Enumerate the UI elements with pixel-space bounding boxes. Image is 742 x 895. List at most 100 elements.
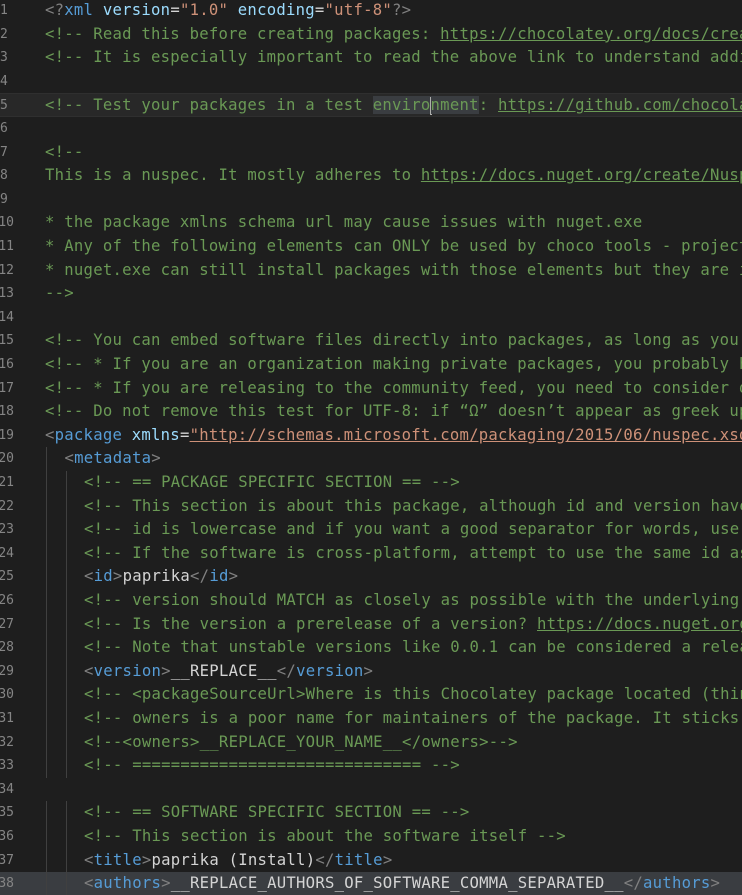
code-line[interactable]: 12 * nuget.exe can still install packages… — [0, 259, 742, 283]
line-number: 14 — [0, 309, 14, 325]
code-link[interactable]: "http://schemas.microsoft.com/packaging/… — [190, 426, 742, 444]
code-line[interactable]: 30 <!-- <packageSourceUrl>Where is this C… — [0, 683, 742, 707]
code-token: encoding — [237, 1, 315, 19]
code-token: * the package xmlns schema url may cause… — [45, 213, 643, 232]
code-token: * Any of the following elements can ONLY… — [45, 237, 742, 255]
code-text: <metadata> — [65, 447, 161, 471]
indent-guide — [66, 872, 67, 895]
line-number: 4 — [0, 73, 8, 89]
code-text: <!-- It is especially important to read … — [45, 46, 742, 70]
code-line[interactable]: 14 — [0, 306, 742, 330]
code-token: <!-- ============================== --> — [84, 756, 460, 775]
code-line[interactable]: 18 <!-- Do not remove this test for UTF-8… — [0, 400, 742, 424]
indent-guide — [66, 471, 67, 495]
code-line[interactable]: 37 <title>paprika (Install)</title> — [0, 848, 742, 873]
code-token: <!-- == PACKAGE SPECIFIC SECTION == --> — [84, 473, 460, 491]
line-number: 20 — [0, 451, 14, 467]
code-line[interactable]: 6 — [0, 117, 742, 141]
code-token: > — [382, 850, 393, 869]
code-text: <?xml version="1.0" encoding="utf-8"?> — [45, 0, 411, 23]
code-token: = — [179, 425, 190, 444]
line-number: 28 — [0, 640, 14, 656]
indent-guide — [46, 707, 47, 731]
indent-guide — [66, 518, 67, 542]
code-line[interactable]: 33 <!-- ============================== --… — [0, 754, 742, 778]
indent-guide — [66, 589, 67, 613]
code-token: <!-- This section is about the software … — [84, 827, 566, 845]
code-token: > — [228, 567, 239, 586]
indent-guide — [46, 683, 47, 707]
code-line[interactable]: 38 <authors>__REPLACE_AUTHORS_OF_SOFTWARE… — [0, 872, 742, 895]
code-line[interactable]: 15 <!-- You can embed software files dire… — [0, 329, 742, 353]
code-line[interactable]: 22 <!-- This section is about this packag… — [0, 494, 742, 519]
code-token: <!-- If the software is cross-platform, … — [84, 543, 742, 562]
line-number: 11 — [0, 239, 14, 254]
code-line[interactable]: 5 <!-- Test your packages in a test envir… — [0, 93, 742, 117]
code-line[interactable]: 3 <!-- It is especially important to read… — [0, 46, 742, 70]
code-token: <!-- This section is about this package,… — [84, 496, 742, 515]
code-line[interactable]: 2 <!-- Read this before creating packages… — [0, 23, 742, 47]
code-token: paprika (Install) — [151, 850, 316, 869]
code-token: > — [363, 661, 374, 680]
code-line[interactable]: 28 <!-- Note that unstable versions like … — [0, 636, 742, 660]
code-line[interactable]: 17 <!-- * If you are releasing to the com… — [0, 377, 742, 401]
line-number: 19 — [0, 427, 14, 443]
code-line[interactable]: 8 This is a nuspec. It mostly adheres to … — [0, 164, 742, 188]
code-line[interactable]: 11 * Any of the following elements can ON… — [0, 235, 742, 259]
code-line[interactable]: 35 <!-- == SOFTWARE SPECIFIC SECTION == -… — [0, 801, 742, 825]
code-line[interactable]: 9 — [0, 188, 742, 212]
code-line[interactable]: 20 <metadata> — [0, 447, 742, 471]
code-token: __REPLACE__ — [170, 661, 277, 680]
code-token: version — [102, 1, 171, 19]
code-text: <!-- If the software is cross-platform, … — [84, 542, 742, 566]
code-token: < — [64, 449, 75, 468]
code-line[interactable]: 4 — [0, 70, 742, 94]
line-number: 26 — [0, 593, 14, 608]
line-number: 9 — [0, 191, 8, 207]
code-line[interactable]: 19 <package xmlns="http://schemas.microso… — [0, 424, 742, 448]
code-line[interactable]: 25 <id>paprika</id> — [0, 565, 742, 589]
code-text: <!-- Test your packages in a test enviro… — [45, 94, 742, 118]
indent-guide — [46, 518, 47, 542]
code-line[interactable]: 7 <!-- — [0, 141, 742, 165]
code-token: version — [296, 661, 364, 680]
code-line[interactable]: 21 <!-- == PACKAGE SPECIFIC SECTION == --… — [0, 471, 742, 495]
code-text: <!-- == SOFTWARE SPECIFIC SECTION == --> — [84, 801, 470, 825]
code-line[interactable]: 10 * the package xmlns schema url may cau… — [0, 211, 742, 235]
indent-guide — [46, 872, 47, 895]
code-line[interactable]: 1 <?xml version="1.0" encoding="utf-8"?> — [0, 0, 742, 23]
code-line[interactable]: 13 --> — [0, 282, 742, 306]
code-link[interactable]: https://chocolatey.org/docs/create-packa… — [440, 25, 742, 43]
code-token: This is a nuspec. It mostly adheres to — [45, 166, 421, 185]
code-line[interactable]: 34 — [0, 778, 742, 802]
code-link[interactable]: https://docs.nuget.org/create/versioning — [537, 615, 742, 633]
code-link[interactable]: https://docs.nuget.org/create/Nuspec-Ref… — [421, 166, 742, 184]
code-line[interactable]: 24 <!-- If the software is cross-platform… — [0, 541, 742, 566]
code-text: <!-- owners is a poor name for maintaine… — [84, 707, 742, 731]
code-line[interactable]: 32 <!--<owners>__REPLACE_YOUR_NAME__</own… — [0, 730, 742, 755]
code-line[interactable]: 23 <!-- id is lowercase and if you want a… — [0, 518, 742, 542]
indent-guide — [46, 565, 47, 589]
indent-guide — [66, 754, 67, 778]
code-line[interactable]: 16 <!-- * If you are an organization maki… — [0, 353, 742, 377]
code-token: > — [161, 874, 171, 893]
indent-guide — [66, 636, 67, 660]
code-line[interactable]: 26 <!-- version should MATCH as closely a… — [0, 589, 742, 613]
line-number: 6 — [0, 121, 8, 136]
code-line[interactable]: 36 <!-- This section is about the softwar… — [0, 825, 742, 849]
code-token: <!-- version should MATCH as closely as … — [84, 591, 740, 609]
code-line[interactable]: 27 <!-- Is the version a prerelease of a … — [0, 612, 742, 637]
code-line[interactable]: 29 <version>__REPLACE__</version> — [0, 659, 742, 684]
code-text: <!-- Note that unstable versions like 0.… — [84, 636, 742, 660]
code-editor[interactable]: 1 <?xml version="1.0" encoding="utf-8"?> 2… — [0, 0, 742, 895]
code-token: * nuget.exe can still install packages w… — [45, 260, 742, 279]
code-link[interactable]: https://github.com/chocolatey/chocolatey… — [498, 96, 742, 114]
code-text: <authors>__REPLACE_AUTHORS_OF_SOFTWARE_C… — [84, 872, 720, 895]
code-line[interactable]: 31 <!-- owners is a poor name for maintai… — [0, 707, 742, 731]
code-token: authors — [93, 874, 162, 893]
code-token: <!--<owners>__REPLACE_YOUR_NAME__</owner… — [84, 732, 518, 751]
line-number: 17 — [0, 380, 14, 396]
code-token: < — [84, 874, 94, 893]
